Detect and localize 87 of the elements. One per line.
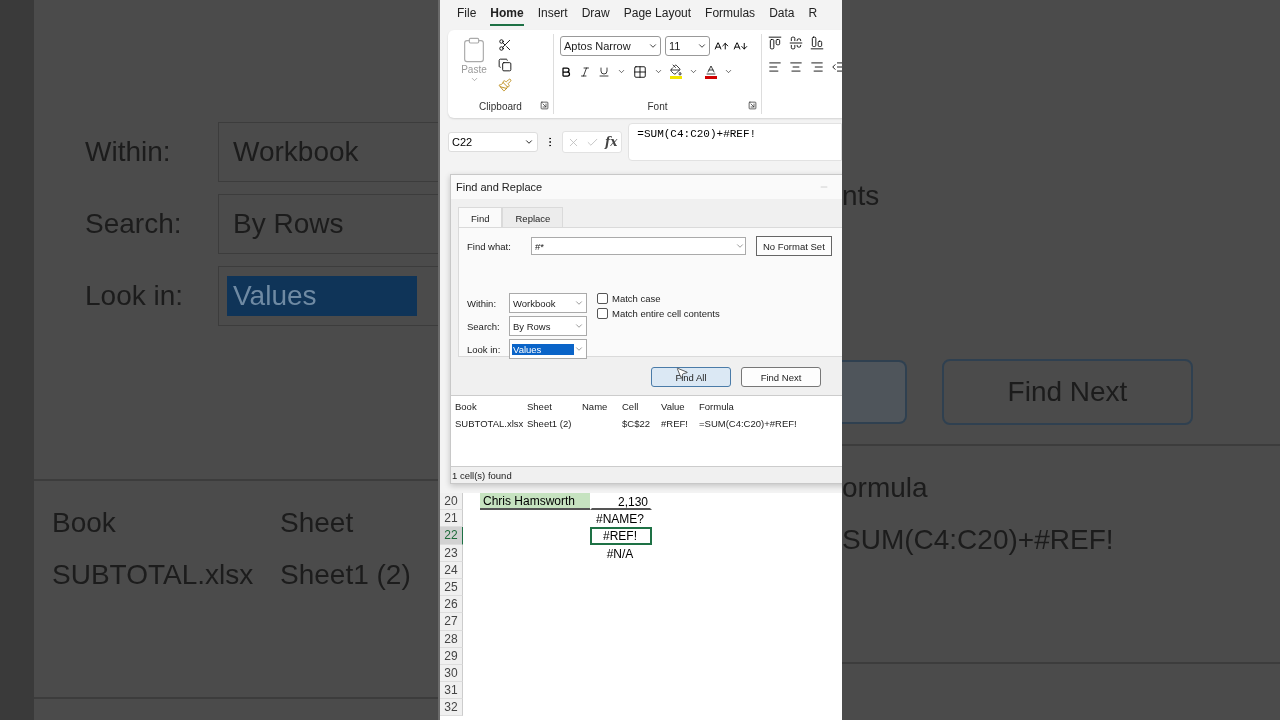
borders-icon[interactable]: [633, 64, 647, 79]
field-label: Within:: [467, 297, 498, 309]
dropdown[interactable]: Values: [218, 266, 438, 326]
dialog-button[interactable]: Find All: [651, 367, 731, 387]
ribbon-tab[interactable]: Page Layout: [623, 2, 692, 26]
align-top-icon[interactable]: [768, 36, 782, 50]
table-cell-text: Sheet1 (2): [527, 418, 573, 429]
align-left-icon[interactable]: [768, 60, 782, 74]
field-label: Search:: [467, 320, 501, 332]
table-cell-text: $C$22: [622, 418, 651, 429]
row-number[interactable]: 32: [440, 699, 463, 717]
checkbox-label: Match case: [612, 293, 661, 304]
dialog-tab[interactable]: Replace: [502, 207, 564, 227]
caret-icon: [469, 75, 479, 84]
name-box[interactable]: C22: [448, 132, 538, 152]
table-cell-text: #NAME?: [595, 511, 645, 528]
ribbon-tab[interactable]: Data: [769, 2, 795, 26]
column-header: Value: [661, 401, 686, 412]
table-cell: #REF!: [590, 527, 652, 545]
align-middle-icon[interactable]: [789, 36, 803, 50]
column-header: Sheet: [527, 401, 553, 412]
indent-icon[interactable]: [831, 60, 842, 74]
formula-field[interactable]: =SUM(C4:C20)+#REF!: [628, 123, 842, 161]
bold-icon[interactable]: [560, 65, 572, 78]
table-cell-text: #N/A: [605, 545, 635, 562]
copy-icon[interactable]: [498, 58, 512, 72]
format-button[interactable]: No Format Set: [756, 236, 832, 256]
caret-icon: [574, 298, 584, 308]
caret-icon: [574, 321, 584, 331]
table-cell-text: SUBTOTAL.xlsx: [455, 418, 525, 429]
dropdown[interactable]: Workbook: [509, 293, 587, 313]
caret-icon[interactable]: [724, 67, 733, 76]
font-color-icon[interactable]: [705, 64, 717, 79]
checkbox-label: Match entire cell contents: [612, 308, 720, 319]
checkbox[interactable]: [597, 308, 608, 319]
dialog-title: Find and Replace: [456, 181, 543, 193]
launcher-icon[interactable]: [748, 101, 757, 110]
underline-icon[interactable]: [598, 65, 610, 78]
scissors-icon[interactable]: [498, 38, 512, 52]
font-name-dropdown[interactable]: Aptos Narrow: [560, 36, 661, 56]
insert-function-button[interactable]: fx: [605, 135, 618, 149]
ribbon-tab[interactable]: Insert: [537, 2, 568, 26]
checkbox[interactable]: [597, 293, 608, 304]
italic-icon[interactable]: [579, 65, 591, 78]
font-size-dropdown[interactable]: 11: [665, 36, 710, 56]
launcher-icon[interactable]: [540, 101, 549, 110]
ribbon-tab[interactable]: File: [457, 2, 477, 26]
fill-color-icon[interactable]: [670, 64, 682, 79]
group-label: Clipboard: [479, 100, 522, 112]
caret-icon: [574, 344, 584, 354]
dialog-tab[interactable]: Find: [458, 207, 503, 227]
row-number[interactable]: 27: [440, 613, 463, 631]
caret-icon: [735, 241, 745, 251]
column-header: Cell: [622, 401, 640, 412]
caret-icon[interactable]: [689, 67, 698, 76]
caret-icon[interactable]: [617, 67, 626, 76]
caret-icon: [524, 137, 534, 147]
ribbon-tab[interactable]: Formulas: [705, 2, 756, 26]
table-cell-text: =SUM(C4:C20)+#REF!: [699, 418, 798, 429]
find-field[interactable]: #*: [531, 237, 746, 255]
group-label: Font: [647, 100, 668, 112]
caret-icon: [697, 41, 707, 51]
field-label: Find what:: [467, 240, 512, 252]
dialog-button[interactable]: Find Next: [741, 367, 821, 387]
table-cell: Chris Hamsworth: [480, 493, 590, 511]
table-cell-text: #REF!: [661, 418, 689, 429]
status-text: 1 cell(s) found: [452, 469, 512, 481]
column-header: Book: [455, 401, 478, 412]
caret-icon[interactable]: [654, 67, 663, 76]
row-number[interactable]: 26: [440, 596, 463, 614]
row-number[interactable]: 31: [440, 682, 463, 700]
field-label: Look in:: [467, 343, 502, 355]
row-number[interactable]: 21: [440, 510, 463, 528]
row-number[interactable]: 22: [440, 527, 463, 545]
ribbon-tab[interactable]: R: [808, 2, 818, 26]
table-cell: 2,130: [590, 493, 652, 511]
align-center-icon[interactable]: [789, 60, 803, 74]
ribbon-tab[interactable]: Home: [490, 2, 524, 26]
dropdown[interactable]: Values: [509, 339, 587, 359]
column-header: Name: [582, 401, 609, 412]
dropdown[interactable]: By Rows: [509, 316, 587, 336]
align-right-icon[interactable]: [810, 60, 824, 74]
ribbon-tab[interactable]: Draw: [581, 2, 610, 26]
align-bottom-icon[interactable]: [810, 36, 824, 50]
caret-icon: [648, 41, 658, 51]
row-number[interactable]: 20: [440, 493, 463, 511]
column-header: Formula: [699, 401, 735, 412]
